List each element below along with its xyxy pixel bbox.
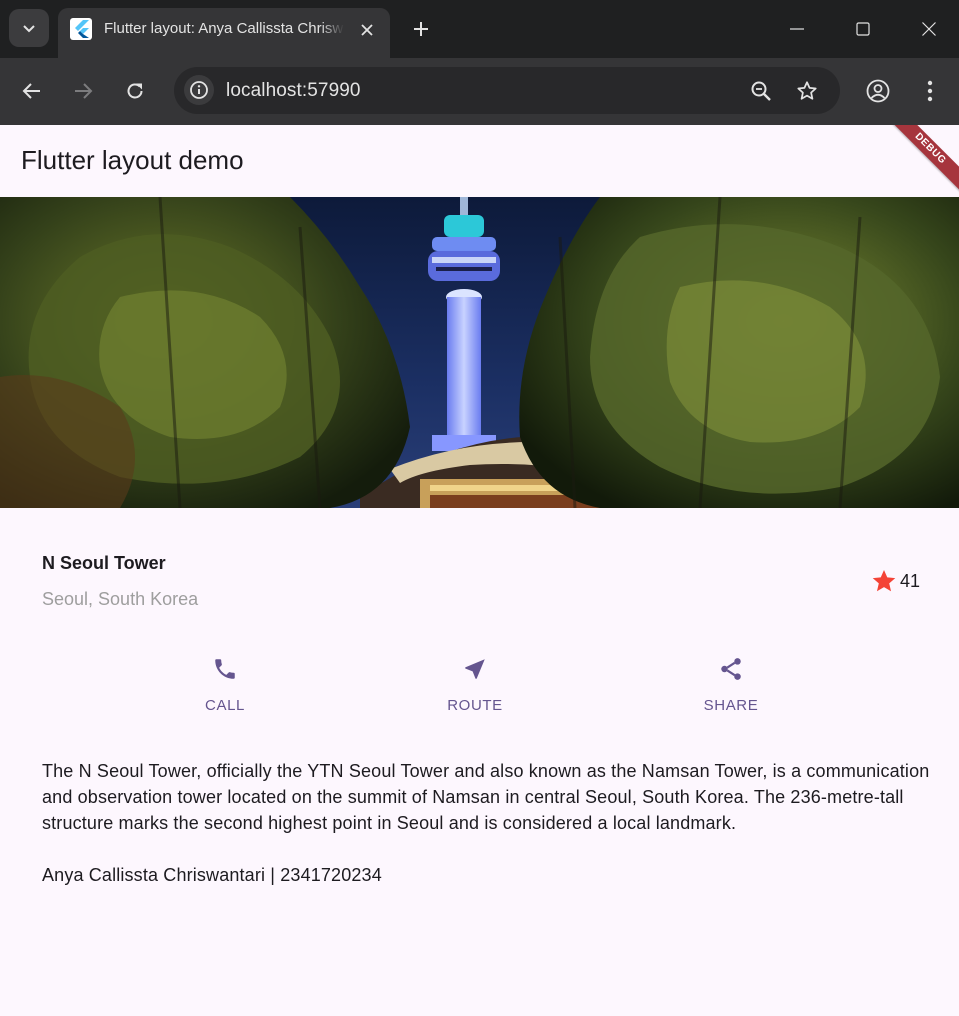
bookmark-star-icon[interactable] [794,78,820,104]
reload-icon[interactable] [119,75,151,107]
browser-toolbar: localhost:57990 [0,58,959,125]
zoom-icon[interactable] [748,78,774,104]
back-arrow-icon[interactable] [16,75,48,107]
near-me-icon [460,654,490,684]
route-button[interactable]: ROUTE [415,654,535,724]
minimize-icon[interactable] [782,14,812,44]
title-section: N Seoul Tower Seoul, South Korea 41 [0,508,959,638]
share-icon [716,654,746,684]
place-name: N Seoul Tower [42,553,166,573]
phone-icon [210,654,240,684]
app-bar: Flutter layout demo [0,125,959,197]
route-label: ROUTE [447,697,503,714]
new-tab-icon[interactable] [408,16,434,42]
address-bar[interactable]: localhost:57990 [174,67,840,114]
maximize-icon[interactable] [848,14,878,44]
tab-search-button[interactable] [9,9,49,47]
share-button[interactable]: SHARE [671,654,791,724]
call-label: CALL [205,697,245,714]
site-info-icon[interactable] [184,75,214,105]
forward-arrow-icon[interactable] [67,75,99,107]
star-icon[interactable] [871,568,897,594]
more-options-icon[interactable] [914,75,946,107]
url-text[interactable]: localhost:57990 [226,80,361,102]
call-button[interactable]: CALL [165,654,285,724]
share-label: SHARE [703,697,759,714]
chevron-down-icon [23,25,35,33]
place-location: Seoul, South Korea [42,589,199,609]
hero-image-n-seoul-tower [0,197,959,508]
browser-tab[interactable]: Flutter layout: Anya Callissta Chriswant… [58,8,390,58]
tab-title: Flutter layout: Anya Callissta Chriswant… [104,20,344,40]
author-text: Anya Callissta Chriswantari | 2341720234 [42,865,382,885]
rating-count: 41 [900,571,921,591]
profile-icon[interactable] [862,75,894,107]
description-text: The N Seoul Tower, officially the YTN Se… [42,761,930,833]
flutter-logo-icon [70,18,92,40]
close-window-icon[interactable] [914,14,944,44]
page-title: Flutter layout demo [21,145,244,175]
browser-tabstrip: Flutter layout: Anya Callissta Chriswant… [0,0,959,58]
close-tab-icon[interactable] [356,19,378,41]
